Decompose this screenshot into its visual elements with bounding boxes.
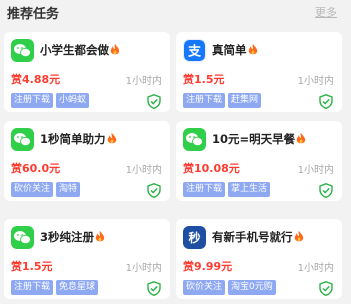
- task-reward: 赏60.0元: [11, 162, 61, 175]
- shield-check-icon: [319, 281, 333, 297]
- svg-text:支: 支: [187, 44, 202, 60]
- fire-icon: [95, 231, 105, 246]
- task-name: 有新手机号就行: [212, 229, 304, 246]
- task-card[interactable]: 10元=明天早餐 赏10.08元 1小时内 注册下载 掌上生活: [176, 121, 342, 201]
- fire-icon: [110, 44, 120, 59]
- task-card[interactable]: 1秒简单助力 赏60.0元 1小时内 砍价关注 淘特: [4, 121, 170, 201]
- wechat-icon: [183, 128, 206, 151]
- task-name: 1秒简单助力: [40, 131, 117, 148]
- task-time: 1小时内: [297, 76, 334, 87]
- task-card[interactable]: 支 真简单 赏1.5元 1小时内 注册下载 赶集网: [176, 32, 342, 112]
- fire-icon: [294, 231, 304, 246]
- task-time: 1小时内: [125, 263, 162, 274]
- task-name: 真简单: [212, 42, 258, 59]
- section-title: 推荐任务: [7, 7, 60, 22]
- task-reward: 赏1.5元: [11, 260, 53, 273]
- task-card[interactable]: 3秒纯注册 赏1.5元 1小时内 注册下载 免息星球: [4, 219, 170, 299]
- shield-check-icon: [319, 94, 333, 110]
- task-tag: 注册下载: [183, 93, 226, 108]
- shield-check-icon: [147, 94, 161, 110]
- task-tag: 淘宝0元购: [228, 280, 276, 295]
- task-tag: 赶集网: [228, 93, 262, 108]
- task-time: 1小时内: [125, 165, 162, 176]
- task-reward: 赏10.08元: [183, 162, 240, 175]
- shield-check-icon: [319, 183, 333, 199]
- section-header: 推荐任务 更多: [0, 0, 351, 24]
- shield-check-icon: [147, 281, 161, 297]
- task-reward: 赏9.99元: [183, 260, 233, 273]
- more-link[interactable]: 更多: [315, 4, 337, 20]
- wechat-icon: [11, 128, 34, 151]
- task-tag: 小蚂蚁: [56, 93, 90, 108]
- svg-text:秒: 秒: [188, 230, 200, 245]
- task-tag: 注册下载: [11, 280, 54, 295]
- task-tag: 注册下载: [11, 93, 54, 108]
- task-tag: 砍价关注: [183, 280, 226, 295]
- task-reward: 赏4.88元: [11, 73, 61, 86]
- task-time: 1小时内: [125, 76, 162, 87]
- task-name: 小学生都会做: [40, 42, 120, 59]
- task-tag: 砍价关注: [11, 182, 54, 197]
- task-card[interactable]: 秒 有新手机号就行 赏9.99元 1小时内 砍价关注 淘宝0元购: [176, 219, 342, 299]
- miao-icon: 秒: [183, 226, 206, 249]
- wechat-icon: [11, 39, 34, 62]
- task-name: 10元=明天早餐: [212, 131, 306, 148]
- task-card[interactable]: 小学生都会做 赏4.88元 1小时内 注册下载 小蚂蚁: [4, 32, 170, 112]
- alipay-icon: 支: [183, 39, 206, 62]
- fire-icon: [296, 133, 306, 148]
- task-time: 1小时内: [297, 263, 334, 274]
- task-tag: 掌上生活: [228, 182, 271, 197]
- fire-icon: [248, 44, 258, 59]
- fire-icon: [107, 133, 117, 148]
- task-tag: 淘特: [56, 182, 81, 197]
- task-tag: 免息星球: [56, 280, 99, 295]
- wechat-icon: [11, 226, 34, 249]
- task-name: 3秒纯注册: [40, 229, 105, 246]
- task-tag: 注册下载: [183, 182, 226, 197]
- shield-check-icon: [147, 183, 161, 199]
- task-time: 1小时内: [297, 165, 334, 176]
- task-reward: 赏1.5元: [183, 73, 225, 86]
